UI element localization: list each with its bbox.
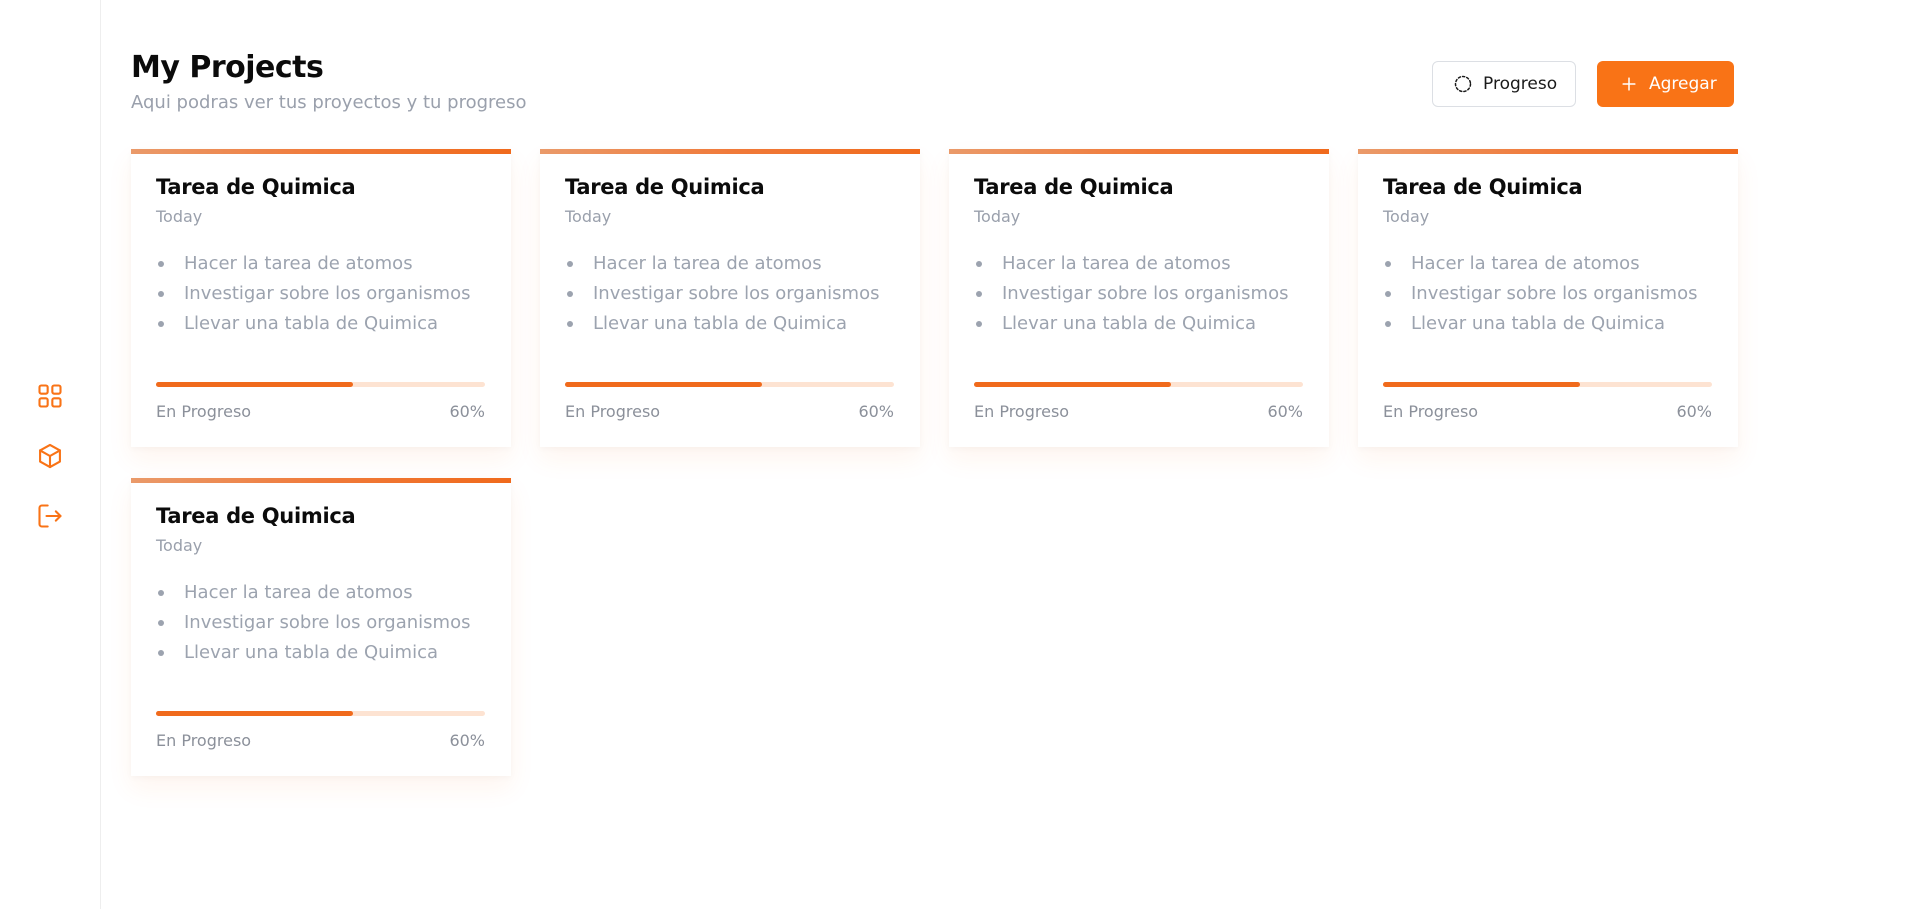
task-item: Llevar una tabla de Quimica <box>565 313 879 343</box>
card-title: Tarea de Quimica <box>1383 175 1583 199</box>
task-item: Hacer la tarea de atomos <box>1383 253 1697 283</box>
task-list: Hacer la tarea de atomos Investigar sobre… <box>565 253 879 343</box>
project-card[interactable]: Tarea de Quimica Today Hacer la tarea de a… <box>131 478 511 776</box>
progress-button-label: Progreso <box>1483 74 1558 94</box>
card-title: Tarea de Quimica <box>156 175 356 199</box>
task-item: Investigar sobre los organismos <box>156 612 470 642</box>
task-list: Hacer la tarea de atomos Investigar sobre… <box>974 253 1288 343</box>
percent-label: 60% <box>1267 402 1303 421</box>
project-card[interactable]: Tarea de Quimica Today Hacer la tarea de a… <box>131 149 511 447</box>
status-label: En Progreso <box>565 402 661 421</box>
card-title: Tarea de Quimica <box>156 504 356 528</box>
progress-bar <box>565 382 894 387</box>
card-date: Today <box>565 207 612 226</box>
percent-label: 60% <box>449 731 485 750</box>
sidebar <box>0 0 101 909</box>
progress-bar <box>974 382 1303 387</box>
project-card[interactable]: Tarea de Quimica Today Hacer la tarea de a… <box>949 149 1329 447</box>
card-title: Tarea de Quimica <box>565 175 765 199</box>
percent-label: 60% <box>858 402 894 421</box>
task-item: Hacer la tarea de atomos <box>565 253 879 283</box>
progress-bar <box>1383 382 1712 387</box>
card-accent-bar <box>131 149 511 154</box>
logout-icon[interactable] <box>35 501 65 531</box>
progress-bar-fill <box>974 382 1172 387</box>
task-item: Hacer la tarea de atomos <box>156 582 470 612</box>
task-item: Llevar una tabla de Quimica <box>156 313 470 343</box>
status-label: En Progreso <box>974 402 1070 421</box>
project-card[interactable]: Tarea de Quimica Today Hacer la tarea de a… <box>1358 149 1738 447</box>
percent-label: 60% <box>449 402 485 421</box>
task-item: Investigar sobre los organismos <box>1383 283 1697 313</box>
task-item: Hacer la tarea de atomos <box>156 253 470 283</box>
box-icon[interactable] <box>35 441 65 471</box>
card-title: Tarea de Quimica <box>974 175 1174 199</box>
task-item: Investigar sobre los organismos <box>156 283 470 313</box>
card-date: Today <box>1383 207 1430 226</box>
loader-icon <box>1454 75 1472 93</box>
card-date: Today <box>156 536 203 555</box>
card-accent-bar <box>949 149 1329 154</box>
page-subtitle: Aqui podras ver tus proyectos y tu progr… <box>131 92 527 113</box>
card-accent-bar <box>540 149 920 154</box>
percent-label: 60% <box>1676 402 1712 421</box>
status-label: En Progreso <box>156 402 252 421</box>
progress-bar <box>156 382 485 387</box>
grid-icon[interactable] <box>35 381 65 411</box>
card-accent-bar <box>1358 149 1738 154</box>
task-item: Llevar una tabla de Quimica <box>156 642 470 672</box>
main-content: My Projects Aqui podras ver tus proyecto… <box>131 0 1919 909</box>
task-list: Hacer la tarea de atomos Investigar sobre… <box>156 582 470 672</box>
progress-bar-fill <box>565 382 763 387</box>
task-item: Investigar sobre los organismos <box>565 283 879 313</box>
card-accent-bar <box>131 478 511 483</box>
card-date: Today <box>974 207 1021 226</box>
task-list: Hacer la tarea de atomos Investigar sobre… <box>1383 253 1697 343</box>
progress-bar-fill <box>156 382 354 387</box>
add-button[interactable]: Agregar <box>1597 61 1734 107</box>
page-title: My Projects <box>131 50 324 85</box>
progress-bar-fill <box>156 711 354 716</box>
project-card[interactable]: Tarea de Quimica Today Hacer la tarea de a… <box>540 149 920 447</box>
progress-button[interactable]: Progreso <box>1432 61 1576 107</box>
task-item: Investigar sobre los organismos <box>974 283 1288 313</box>
plus-icon <box>1622 77 1636 91</box>
status-label: En Progreso <box>1383 402 1479 421</box>
progress-bar <box>156 711 485 716</box>
add-button-label: Agregar <box>1649 74 1717 94</box>
status-label: En Progreso <box>156 731 252 750</box>
progress-bar-fill <box>1383 382 1581 387</box>
task-item: Hacer la tarea de atomos <box>974 253 1288 283</box>
card-date: Today <box>156 207 203 226</box>
task-item: Llevar una tabla de Quimica <box>1383 313 1697 343</box>
task-item: Llevar una tabla de Quimica <box>974 313 1288 343</box>
task-list: Hacer la tarea de atomos Investigar sobre… <box>156 253 470 343</box>
